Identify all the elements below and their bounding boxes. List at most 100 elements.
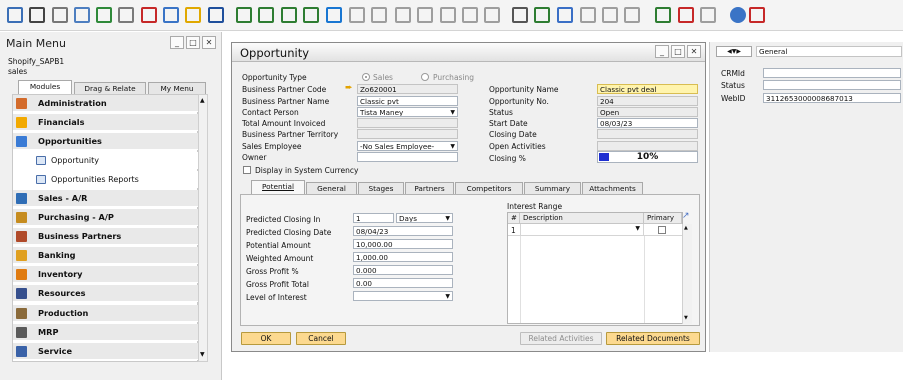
pen-icon[interactable]	[512, 7, 528, 23]
opp-maximize-button[interactable]: □	[671, 45, 685, 58]
tab-modules[interactable]: Modules	[18, 80, 72, 94]
maximize-button[interactable]: □	[186, 36, 200, 49]
scroll-up-icon[interactable]: ▲	[200, 97, 205, 104]
launch-icon[interactable]	[163, 7, 179, 23]
approve-icon[interactable]	[557, 7, 573, 23]
display-system-currency-checkbox[interactable]	[243, 166, 251, 174]
lock-icon[interactable]	[185, 7, 201, 23]
potential-amount-field[interactable]: 10,000.00	[353, 239, 453, 249]
print-icon[interactable]	[29, 7, 45, 23]
link-arrow-icon[interactable]: ➨	[345, 84, 355, 93]
owner-field[interactable]	[357, 152, 458, 162]
cockpit-icon[interactable]	[678, 7, 694, 23]
settings-icon[interactable]	[624, 7, 640, 23]
expand-grid-icon[interactable]: ↗	[682, 211, 692, 221]
predicted-closing-in-field[interactable]: 1	[353, 213, 394, 223]
menu-item-financials[interactable]: Financials	[13, 114, 198, 131]
tab-stages[interactable]: Stages	[358, 182, 404, 194]
menu-item-opportunities[interactable]: Opportunities	[13, 133, 198, 150]
status-field[interactable]	[763, 80, 901, 90]
description-cell[interactable]: ▼	[520, 224, 644, 235]
fax-icon[interactable]	[74, 7, 90, 23]
menu-item-inventory[interactable]: Inventory	[13, 266, 198, 283]
menu-item-service[interactable]: Service	[13, 343, 198, 360]
tab-attachments[interactable]: Attachments	[582, 182, 643, 194]
pdf-icon[interactable]	[141, 7, 157, 23]
column-header-number[interactable]: #	[508, 213, 520, 224]
message-icon[interactable]	[580, 7, 596, 23]
bp-name-field[interactable]: Classic pvt	[357, 96, 458, 106]
tab-summary[interactable]: Summary	[524, 182, 581, 194]
word-icon[interactable]	[118, 7, 134, 23]
menu-item-mrp[interactable]: MRP	[13, 324, 198, 341]
description-dropdown-icon[interactable]: ▼	[635, 225, 640, 232]
binoculars-icon[interactable]	[208, 7, 224, 23]
menu-item-banking[interactable]: Banking	[13, 247, 198, 264]
ok-button[interactable]: OK	[241, 332, 291, 345]
org-icon[interactable]	[700, 7, 716, 23]
grid-scrollbar[interactable]: ▲ ▼	[682, 224, 692, 324]
menu-item-opportunities-reports[interactable]: Opportunities Reports	[13, 171, 198, 188]
webid-field[interactable]: 3112653000008687013	[763, 93, 901, 103]
menu-scrollbar[interactable]: ▲ ▼	[198, 94, 208, 362]
help-icon[interactable]	[730, 7, 746, 23]
predicted-closing-date-field[interactable]: 08/04/23	[353, 226, 453, 236]
radio-sales[interactable]	[362, 73, 370, 81]
exit-icon[interactable]	[749, 7, 765, 23]
menu-item-opportunity[interactable]: Opportunity	[13, 152, 198, 169]
contact-person-select[interactable]: Tista Maney	[357, 107, 458, 117]
grid-scroll-down-icon[interactable]: ▼	[684, 315, 688, 321]
menu-item-resources[interactable]: Resources	[13, 285, 198, 302]
previous-record-icon[interactable]	[258, 7, 274, 23]
next-record-icon[interactable]	[281, 7, 297, 23]
sort-icon[interactable]	[371, 7, 387, 23]
opportunity-name-field[interactable]: Classic pvt deal	[597, 84, 698, 94]
cancel-button[interactable]: Cancel	[296, 332, 346, 345]
related-documents-button[interactable]: Related Documents	[606, 332, 700, 345]
tab-partners[interactable]: Partners	[405, 182, 454, 194]
tab-general[interactable]: General	[306, 182, 357, 194]
search-icon[interactable]	[7, 7, 23, 23]
related-activities-button[interactable]: Related Activities	[520, 332, 602, 345]
gross-profit-percent-field[interactable]: 0.000	[353, 265, 453, 275]
first-record-icon[interactable]	[236, 7, 252, 23]
crmid-field[interactable]	[763, 68, 901, 78]
next-arrow-icon[interactable]: ▶	[736, 48, 741, 55]
bp-code-field[interactable]: Zo620001	[357, 84, 458, 94]
excel-icon[interactable]	[96, 7, 112, 23]
menu-item-business-partners[interactable]: Business Partners	[13, 228, 198, 245]
filter-icon[interactable]	[349, 7, 365, 23]
start-date-field[interactable]: 08/03/23	[597, 118, 698, 128]
grid-scroll-up-icon[interactable]: ▲	[684, 225, 688, 231]
primary-checkbox[interactable]	[658, 226, 666, 234]
menu-item-production[interactable]: Production	[13, 305, 198, 322]
radio-purchasing[interactable]	[421, 73, 429, 81]
layout-icon[interactable]	[484, 7, 500, 23]
tab-competitors[interactable]: Competitors	[455, 182, 523, 194]
category-select[interactable]: General	[756, 46, 902, 57]
refresh-icon[interactable]	[326, 7, 342, 23]
gross-profit-icon[interactable]	[440, 7, 456, 23]
opp-close-button[interactable]: ✕	[687, 45, 701, 58]
weighted-amount-field[interactable]: 1,000.00	[353, 252, 453, 262]
calendar-icon[interactable]	[655, 7, 671, 23]
column-header-primary[interactable]: Primary	[644, 213, 682, 224]
menu-item-sales-a-r[interactable]: Sales - A/R	[13, 190, 198, 207]
menu-item-purchasing-a-p[interactable]: Purchasing - A/P	[13, 209, 198, 226]
base-document-icon[interactable]	[395, 7, 411, 23]
predicted-closing-unit-select[interactable]: Days	[396, 213, 453, 223]
email-icon[interactable]	[52, 7, 68, 23]
opp-minimize-button[interactable]: _	[655, 45, 669, 58]
level-of-interest-select[interactable]	[353, 291, 453, 301]
tab-potential[interactable]: Potential	[251, 180, 305, 195]
tab-my-menu[interactable]: My Menu	[148, 82, 206, 94]
target-document-icon[interactable]	[417, 7, 433, 23]
column-header-description[interactable]: Description	[520, 213, 644, 224]
minimize-button[interactable]: _	[170, 36, 184, 49]
last-record-icon[interactable]	[303, 7, 319, 23]
gross-profit-total-field[interactable]: 0.00	[353, 278, 453, 288]
menu-item-administration[interactable]: Administration	[13, 95, 198, 112]
scroll-down-icon[interactable]: ▼	[200, 351, 205, 358]
chat-icon[interactable]	[602, 7, 618, 23]
sales-employee-select[interactable]: -No Sales Employee-	[357, 141, 458, 151]
